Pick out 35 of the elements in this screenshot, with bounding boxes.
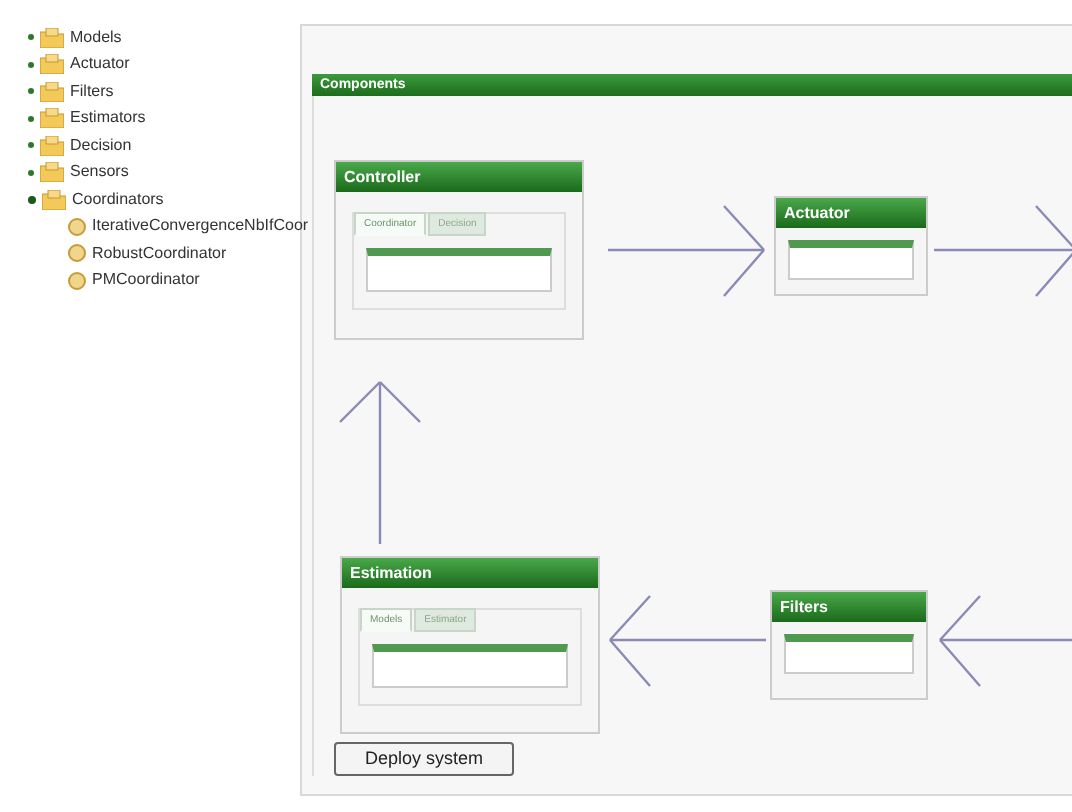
list-field[interactable] bbox=[788, 240, 914, 280]
tree-item[interactable]: Filters bbox=[70, 79, 114, 104]
tree-item[interactable]: IterativeConvergenceNbIfCoor bbox=[92, 214, 309, 239]
tree-item[interactable]: Models bbox=[70, 25, 122, 50]
folder-icon bbox=[40, 162, 64, 183]
expander-icon[interactable] bbox=[28, 61, 34, 68]
expander-icon[interactable] bbox=[28, 195, 36, 204]
arrow bbox=[934, 205, 1072, 297]
folder-icon bbox=[40, 108, 64, 129]
folder-icon bbox=[42, 189, 66, 210]
tree-item[interactable]: Decision bbox=[70, 133, 132, 158]
folder-icon bbox=[40, 135, 64, 156]
expander-icon[interactable] bbox=[28, 88, 34, 95]
expander-icon[interactable] bbox=[28, 169, 34, 176]
node-title: Filters bbox=[772, 592, 926, 622]
list-field[interactable] bbox=[372, 644, 568, 688]
tree-item[interactable]: Sensors bbox=[70, 160, 129, 185]
expander-icon[interactable] bbox=[28, 115, 34, 122]
node-title: Actuator bbox=[776, 198, 926, 228]
tree-item[interactable]: Estimators bbox=[70, 106, 146, 131]
list-field[interactable] bbox=[784, 634, 914, 674]
folder-icon bbox=[40, 54, 64, 75]
folder-icon bbox=[40, 27, 64, 48]
deploy-button[interactable]: Deploy system bbox=[334, 742, 514, 776]
expander-icon[interactable] bbox=[28, 34, 34, 41]
node-title: Estimation bbox=[342, 558, 598, 588]
folder-icon bbox=[40, 81, 64, 102]
tree-item[interactable]: RobustCoordinator bbox=[92, 241, 227, 266]
expander-icon[interactable] bbox=[28, 142, 34, 149]
tree-item[interactable]: PMCoordinator bbox=[92, 268, 200, 293]
tree-item[interactable]: Coordinators bbox=[72, 187, 164, 212]
tree-item[interactable]: Actuator bbox=[70, 52, 130, 77]
node-title: Controller bbox=[336, 162, 582, 192]
arrow bbox=[939, 595, 1072, 687]
list-field[interactable] bbox=[366, 248, 552, 292]
